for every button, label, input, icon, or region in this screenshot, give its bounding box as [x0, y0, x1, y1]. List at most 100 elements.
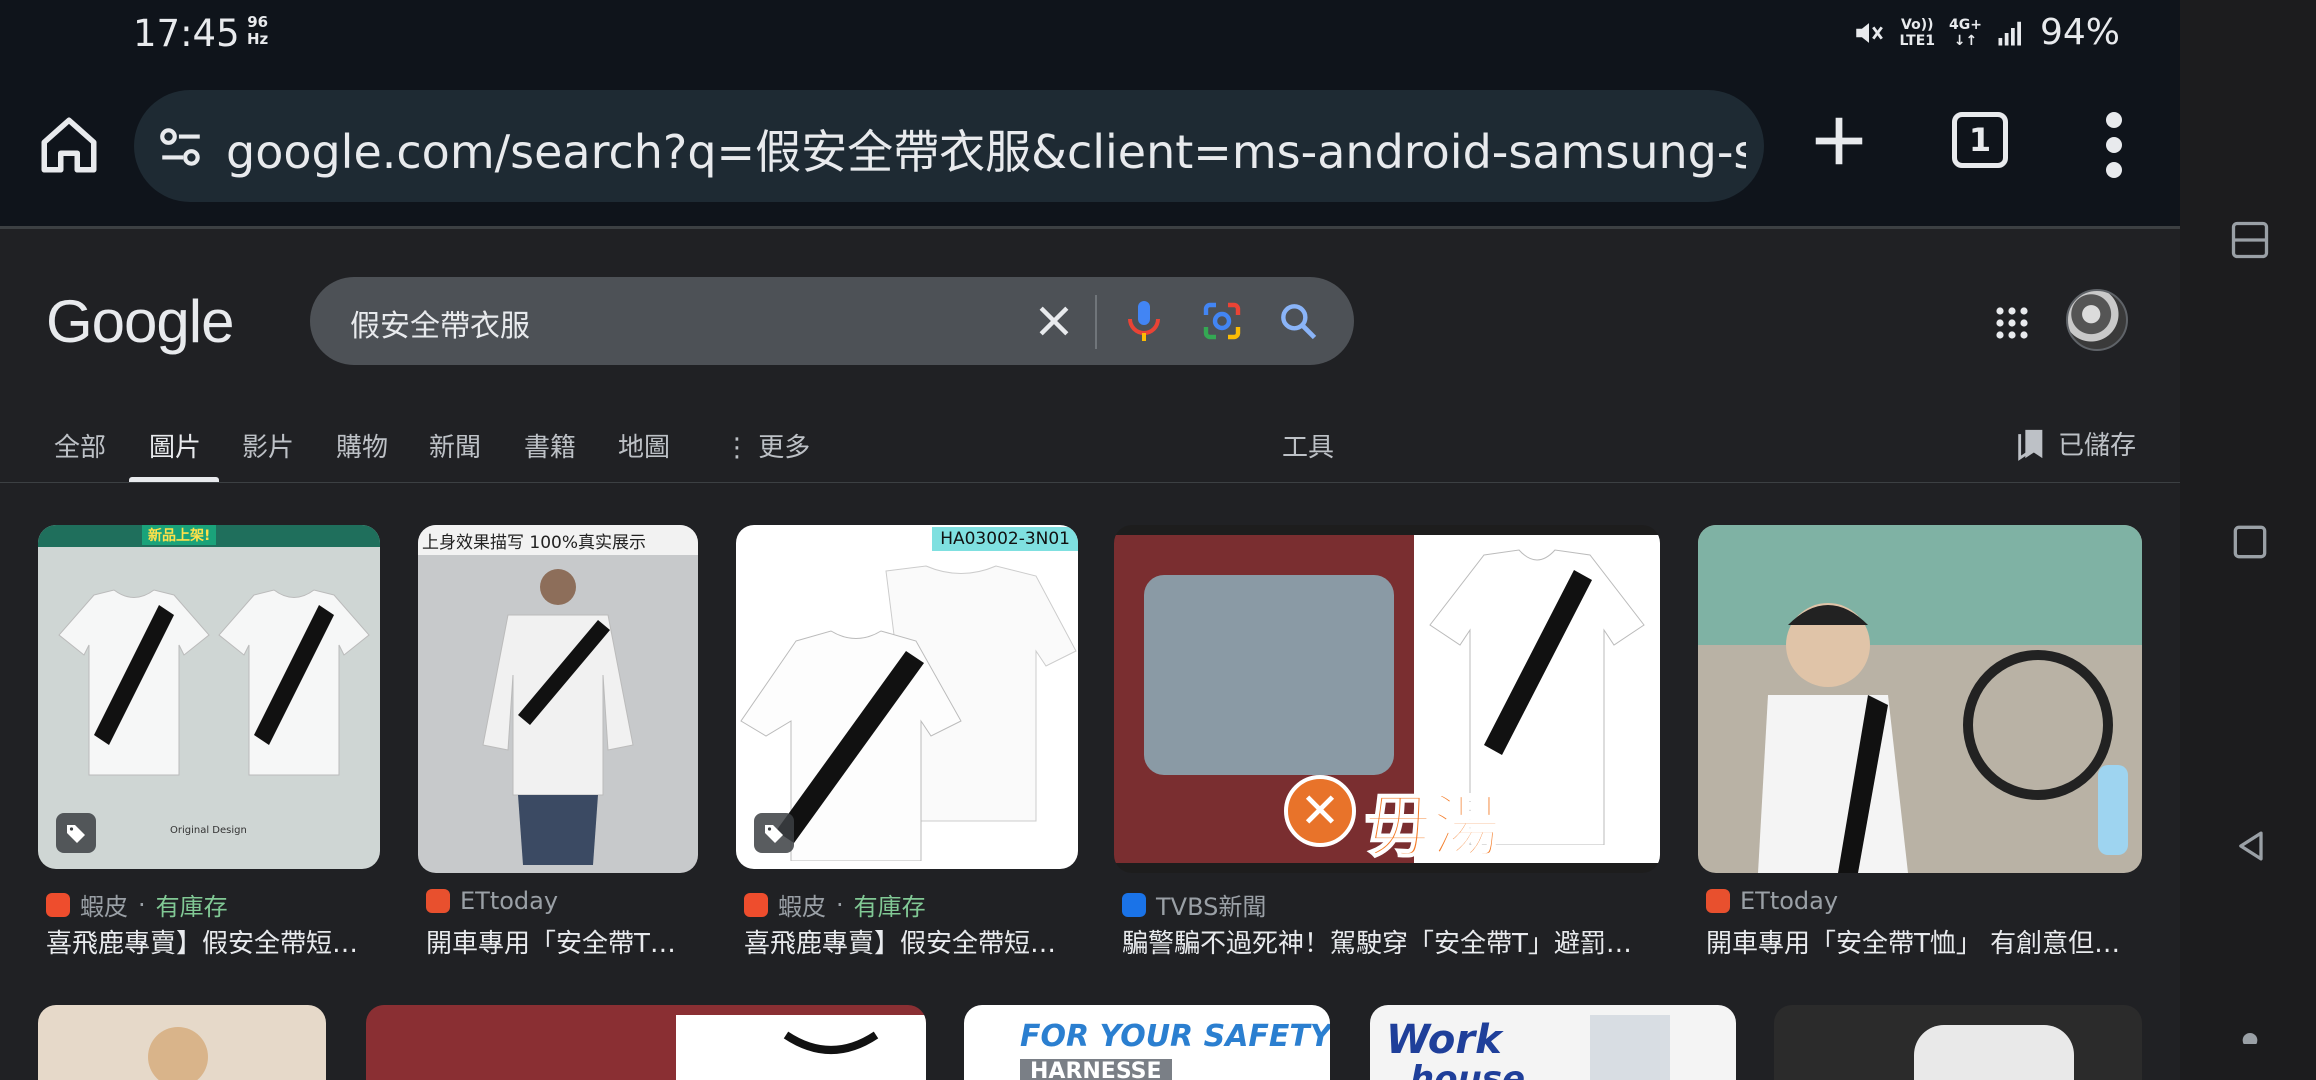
signal-icon	[1998, 21, 2021, 45]
result-thumbnail[interactable]: HA03002-3N01	[736, 525, 1078, 869]
tshirt-illustration	[58, 589, 210, 776]
source-name: TVBS新聞	[1156, 893, 1267, 921]
data-arrows-icon: ↓↑	[1953, 32, 1978, 49]
network-gen-indicator: 4G+ ↓↑	[1949, 17, 1982, 49]
result-source: TVBS新聞	[1122, 887, 1266, 922]
microphone-icon[interactable]	[1120, 297, 1168, 345]
result-thumbnail[interactable]	[1698, 525, 2142, 873]
tag-icon	[67, 825, 85, 843]
google-results-page: Google 假安全帶衣服 全部 圖片 影片 購物 新聞 書籍 地圖 ⋮ 更多 …	[0, 229, 2180, 1080]
car-window	[1144, 575, 1394, 775]
status-icons: Vo)) LTE1 4G+ ↓↑ 94%	[1852, 12, 2120, 53]
source-name: ETtoday	[1740, 887, 1839, 915]
driver-illustration	[1758, 603, 2128, 873]
tab-switcher-button[interactable]: 1	[1952, 112, 2008, 168]
tshirt-illustration	[218, 589, 370, 776]
source-separator: ·	[836, 890, 844, 919]
tab-news[interactable]: 新聞	[429, 427, 481, 464]
product-code-label: HA03002-3N01	[932, 527, 1078, 551]
brand-wordmark-bottom: house	[1410, 1059, 1526, 1080]
ettoday-favicon-icon	[1706, 889, 1730, 913]
person-head-illustration	[148, 1027, 208, 1080]
result-source: 蝦皮 · 有庫存	[744, 887, 926, 922]
new-tab-icon[interactable]	[1808, 110, 1870, 172]
home-dot-icon[interactable]	[2228, 1000, 2272, 1044]
tools-button[interactable]: 工具	[1282, 427, 1334, 464]
account-avatar[interactable]	[2066, 289, 2128, 351]
tab-maps[interactable]: 地圖	[618, 427, 670, 464]
tab-more[interactable]: ⋮ 更多	[724, 427, 810, 464]
result-title[interactable]: 騙警騙不過死神！駕駛穿「安全帶T」避罰…	[1122, 923, 1668, 960]
mute-icon	[1855, 22, 1883, 43]
thumbnail-headline: FOR YOUR SAFETY	[1020, 1019, 1330, 1054]
tab-images[interactable]: 圖片	[149, 427, 201, 464]
url-text[interactable]: google.com/search?q=假安全帶衣服&client=ms-and…	[226, 116, 1746, 182]
back-icon[interactable]	[2228, 824, 2272, 868]
image-result[interactable]: HA03002-3N01 蝦皮 · 有庫存 喜飛鹿專賣】假安全帶短…	[736, 525, 1078, 959]
status-bar: 17:45 96 Hz Vo)) LTE1 4G+ ↓↑ 94%	[0, 0, 2180, 70]
result-thumbnail[interactable]	[38, 1005, 326, 1080]
saved-button[interactable]: 已儲存	[2016, 425, 2136, 462]
result-thumbnail[interactable]	[1774, 1005, 2142, 1080]
in-stock-label: 有庫存	[155, 893, 228, 921]
result-thumbnail[interactable]: 上身效果描写 100%真实展示	[418, 525, 698, 873]
image-result[interactable]: ETtoday 開車專用「安全帶T恤」 有創意但…	[1698, 525, 2142, 959]
google-logo[interactable]: Google	[46, 287, 234, 356]
clear-icon[interactable]	[1032, 299, 1076, 343]
result-thumbnail[interactable]: 新品上架! Original Design	[38, 525, 380, 869]
result-thumbnail[interactable]: ✕ 毋湯	[1114, 525, 1660, 873]
tab-books[interactable]: 書籍	[524, 427, 576, 464]
tvbs-favicon-icon	[1122, 892, 1146, 917]
image-result[interactable]: ✕ 毋湯 TVBS新聞 騙警騙不過死神！駕駛穿「安全帶T」避罰…	[1114, 525, 1660, 959]
recents-icon[interactable]	[2228, 520, 2272, 564]
result-title[interactable]: 開車專用「安全帶T恤」 有創意但…	[1706, 923, 2150, 960]
google-lens-icon[interactable]	[1198, 297, 1246, 345]
tab-all[interactable]: 全部	[54, 427, 106, 464]
status-time: 17:45	[133, 12, 240, 55]
address-bar[interactable]: google.com/search?q=假安全帶衣服&client=ms-and…	[134, 90, 1764, 202]
thumbnail-caption: Original Design	[170, 825, 247, 836]
bookmarks-icon	[2018, 429, 2043, 461]
result-thumbnail[interactable]: Work house	[1370, 1005, 1736, 1080]
shopee-favicon-icon	[46, 892, 70, 917]
search-box[interactable]: 假安全帶衣服	[310, 277, 1354, 365]
lte-label: LTE1	[1899, 32, 1936, 49]
search-box-separator	[1095, 295, 1097, 349]
battery-level: 94%	[2039, 12, 2120, 53]
navigation-strip	[2180, 0, 2316, 1080]
result-title[interactable]: 開車專用「安全帶T…	[426, 923, 706, 960]
search-icon[interactable]	[1276, 299, 1320, 343]
thumbnail-caption: 毋湯	[1363, 787, 1501, 868]
source-name: ETtoday	[460, 887, 559, 915]
thumbnail-subheadline: HARNESSE	[1020, 1059, 1172, 1080]
split-screen-icon[interactable]	[2228, 218, 2272, 262]
tab-more-label: 更多	[758, 433, 811, 463]
brand-wordmark-top: Work	[1386, 1017, 1502, 1063]
tab-shopping[interactable]: 購物	[336, 427, 388, 464]
refresh-rate-value: 96	[247, 13, 269, 31]
image-result[interactable]: 新品上架! Original Design 蝦皮 · 有庫存 喜飛鹿專賣】假安全…	[38, 525, 380, 959]
site-settings-icon[interactable]	[156, 122, 206, 172]
result-thumbnail[interactable]: FOR YOUR SAFETY HARNESSE	[964, 1005, 1330, 1080]
search-query[interactable]: 假安全帶衣服	[350, 301, 530, 345]
product-tag-badge	[754, 813, 794, 853]
refresh-rate-indicator: 96 Hz	[247, 14, 268, 48]
image-result[interactable]: 上身效果描写 100%真实展示 ETtoday 開車專用「安全帶T…	[418, 525, 698, 959]
thumbnail-banner-text: 新品上架!	[142, 525, 217, 545]
tab-videos[interactable]: 影片	[242, 427, 294, 464]
thumbnail-banner-text: 上身效果描写 100%真实展示	[422, 533, 647, 553]
result-title[interactable]: 喜飛鹿專賣】假安全帶短…	[46, 923, 388, 960]
home-icon[interactable]	[36, 112, 102, 178]
tabs-divider	[0, 482, 2180, 483]
shirt-photo	[1914, 1025, 2074, 1080]
result-thumbnail[interactable]	[366, 1005, 926, 1080]
google-apps-icon[interactable]	[1994, 305, 2030, 341]
result-source: ETtoday	[1706, 887, 1838, 915]
result-source: 蝦皮 · 有庫存	[46, 887, 228, 922]
more-menu-icon[interactable]	[2096, 110, 2132, 180]
tag-icon	[765, 825, 783, 843]
result-title[interactable]: 喜飛鹿專賣】假安全帶短…	[744, 923, 1086, 960]
no-sign-icon: ✕	[1284, 775, 1356, 847]
browser-chrome: 17:45 96 Hz Vo)) LTE1 4G+ ↓↑ 94% google.…	[0, 0, 2180, 229]
product-tag-badge	[56, 813, 96, 853]
